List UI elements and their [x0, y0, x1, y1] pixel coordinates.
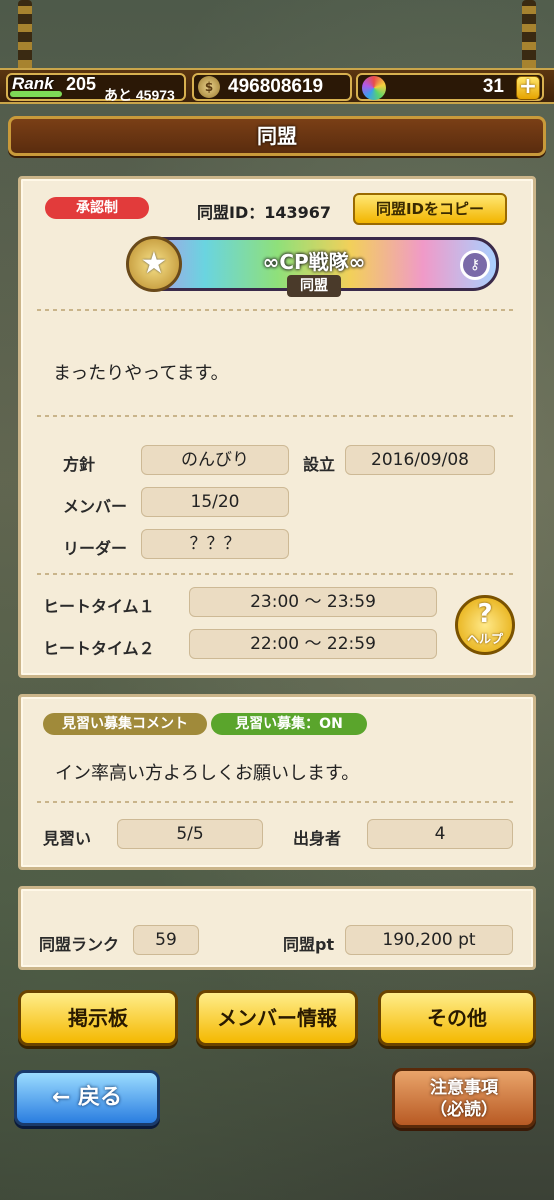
origin-value: 4 — [367, 819, 513, 849]
coin-display: $ 496808619 — [192, 73, 352, 101]
alliance-pt-label: 同盟pt — [283, 935, 335, 954]
rank-display: Rank 205 あと 45973 — [6, 73, 186, 103]
notice-button[interactable]: 注意事項 （必読） — [392, 1068, 536, 1128]
notice-label-line1: 注意事項 — [430, 1078, 498, 1098]
origin-label: 出身者 — [293, 829, 342, 848]
add-gems-button[interactable]: + — [516, 76, 540, 100]
recruit-panel: 見習い募集コメント 見習い募集：ON イン率高い方よろしくお願いします。 見習い… — [18, 694, 536, 870]
alliance-rank-label: 同盟ランク — [39, 935, 120, 954]
leader-value: ？？？ — [141, 529, 289, 559]
bag-icon: $ — [198, 76, 220, 98]
help-label: ヘルプ — [466, 632, 503, 646]
ranking-panel: 同盟ランク 59 同盟pt 190,200 pt — [18, 886, 536, 970]
chain-right-decoration — [522, 0, 536, 72]
chain-left-decoration — [18, 0, 32, 72]
divider — [37, 801, 517, 803]
status-bar: Rank 205 あと 45973 $ 496808619 31 + — [0, 68, 554, 104]
heat-time-1-label: ヒートタイム１ — [43, 597, 155, 616]
heat-time-1-value: 23:00 ～ 23:59 — [189, 587, 437, 617]
back-button[interactable]: ← 戻る — [14, 1070, 160, 1126]
divider — [37, 309, 517, 311]
rank-progress-bar — [10, 91, 62, 97]
heat-time-2-value: 22:00 ～ 22:59 — [189, 629, 437, 659]
apprentice-value: 5/5 — [117, 819, 263, 849]
policy-value: のんびり — [141, 445, 289, 475]
key-icon: ⚷ — [460, 250, 490, 280]
divider — [37, 415, 517, 417]
heat-time-2-label: ヒートタイム２ — [43, 639, 155, 658]
members-value: 15/20 — [141, 487, 289, 517]
recruit-comment-tag: 見習い募集コメント — [43, 713, 207, 735]
notice-label-line2: （必読） — [430, 1100, 498, 1120]
question-icon: ? — [477, 599, 493, 629]
apprentice-label: 見習い — [43, 829, 92, 848]
gem-display: 31 + — [356, 73, 544, 101]
leader-label: リーダー — [63, 539, 128, 558]
page-title: 同盟 — [257, 124, 297, 148]
divider — [37, 573, 517, 575]
board-button[interactable]: 掲示板 — [18, 990, 178, 1046]
copy-id-button[interactable]: 同盟IDをコピー — [353, 193, 507, 225]
alliance-id-label: 同盟ID：143967 — [197, 203, 332, 222]
alliance-subtitle: 同盟 — [287, 275, 341, 297]
members-label: メンバー — [63, 497, 128, 516]
page-header: 同盟 — [8, 116, 546, 156]
recruit-comment: イン率高い方よろしくお願いします。 — [55, 763, 360, 784]
policy-label: 方針 — [63, 455, 96, 474]
rank-value: 205 — [66, 74, 97, 94]
founded-label: 設立 — [303, 455, 336, 474]
alliance-rank-value: 59 — [133, 925, 199, 955]
alliance-info-panel: 承認制 同盟ID：143967 同盟IDをコピー ★ ∞CP戦隊∞ ⚷ 同盟 ま… — [18, 176, 536, 678]
other-button[interactable]: その他 — [378, 990, 536, 1046]
gem-icon — [362, 76, 386, 100]
help-button[interactable]: ? ヘルプ — [455, 595, 515, 655]
approval-tag: 承認制 — [45, 197, 149, 219]
alliance-name: ∞CP戦隊∞ — [262, 250, 366, 274]
alliance-description: まったりやってます。 — [53, 363, 229, 384]
founded-value: 2016/09/08 — [345, 445, 495, 475]
member-info-button[interactable]: メンバー情報 — [196, 990, 358, 1046]
rank-next-exp: あと 45973 — [104, 87, 175, 103]
recruit-status-tag: 見習い募集：ON — [211, 713, 367, 735]
coin-value: 496808619 — [228, 76, 324, 97]
alliance-pt-value: 190,200 pt — [345, 925, 513, 955]
gem-value: 31 — [482, 76, 504, 97]
